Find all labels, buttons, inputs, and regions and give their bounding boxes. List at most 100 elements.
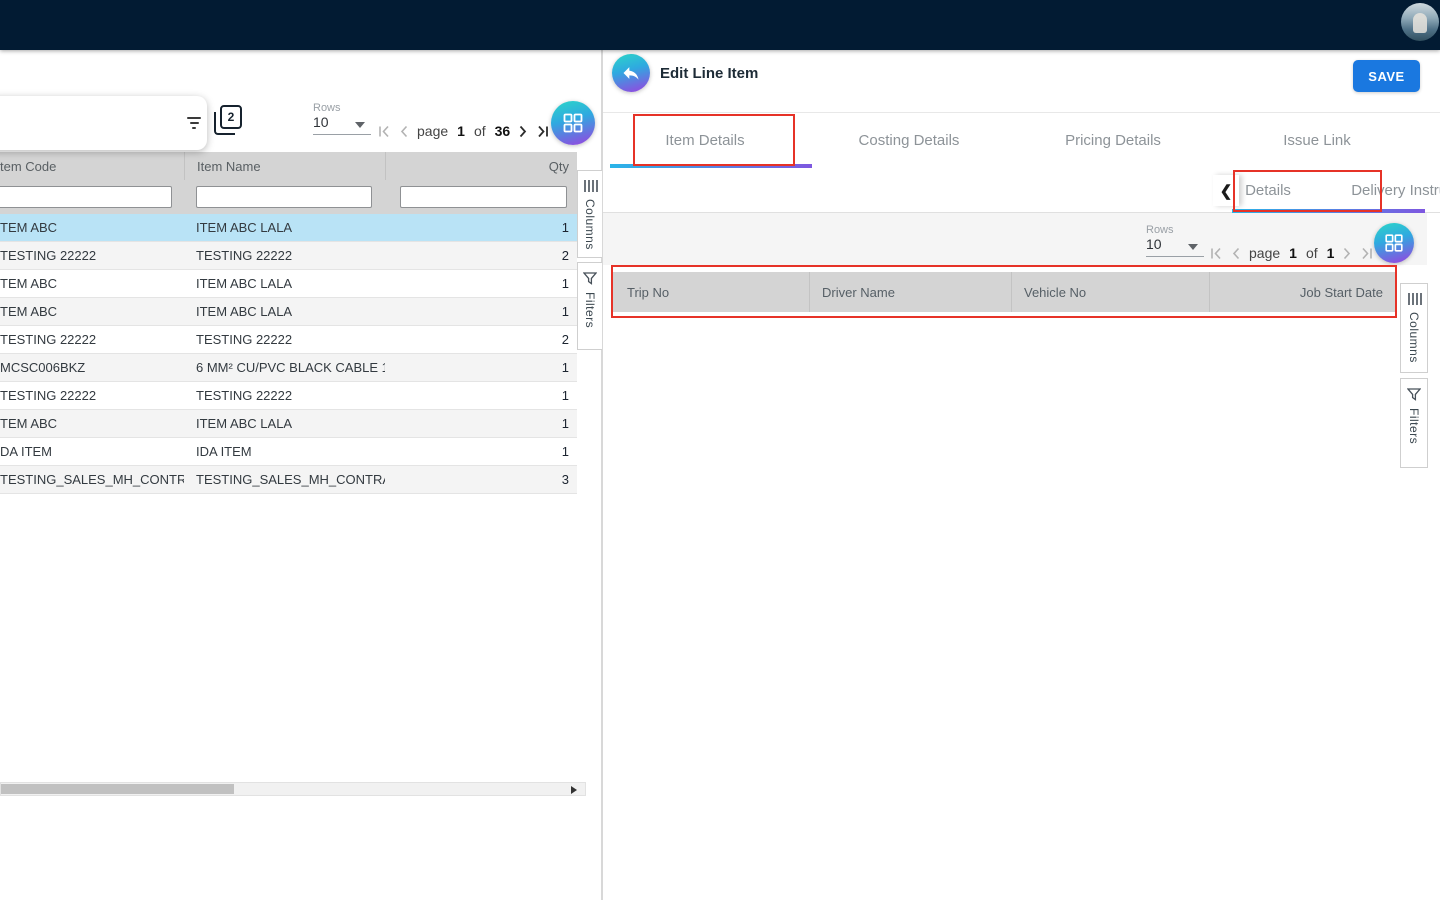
left-table-body: TEM ABC ITEM ABC LALA 1 TESTING 22222 TE… — [0, 214, 577, 494]
page-current: 1 — [1289, 245, 1297, 261]
page-total: 1 — [1327, 245, 1335, 261]
tab-pricing-details[interactable]: Pricing Details — [1011, 113, 1215, 168]
filters-tool-label: Filters — [583, 292, 597, 328]
cell-item-code: TEM ABC — [0, 416, 184, 431]
last-page-button[interactable] — [537, 125, 549, 138]
page-word: page — [417, 123, 448, 139]
cell-qty: 1 — [385, 438, 577, 465]
cell-item-name: IDA ITEM — [184, 438, 385, 465]
table-row[interactable]: TESTING_SALES_MH_CONTRACT TESTING_SALES_… — [0, 466, 577, 494]
prev-page-button[interactable] — [1231, 247, 1240, 260]
delivery-table-header: Trip No Driver Name Vehicle No Job Start… — [613, 272, 1395, 312]
last-page-button[interactable] — [1361, 247, 1373, 260]
left-table-filter-row — [0, 180, 577, 214]
cell-qty: 2 — [385, 242, 577, 269]
cell-qty: 1 — [385, 382, 577, 409]
user-avatar[interactable] — [1401, 3, 1439, 41]
filters-tool-tab[interactable]: Filters — [1400, 378, 1428, 468]
column-header-qty[interactable]: Qty — [385, 152, 577, 180]
save-button[interactable]: SAVE — [1353, 60, 1420, 92]
cell-item-code: DA ITEM — [0, 444, 184, 459]
table-row[interactable]: TEM ABC ITEM ABC LALA 1 — [0, 410, 577, 438]
left-pagination: page 1 of 36 — [378, 119, 549, 143]
table-row[interactable]: MCSC006BKZ 6 MM² CU/PVC BLACK CABLE 1...… — [0, 354, 577, 382]
rows-per-page-select[interactable]: 10 — [313, 114, 371, 135]
filters-tool-tab[interactable]: Filters — [577, 262, 602, 350]
column-header-item-name[interactable]: Item Name — [184, 152, 385, 180]
table-row[interactable]: TEM ABC ITEM ABC LALA 1 — [0, 214, 577, 242]
table-row[interactable]: DA ITEM IDA ITEM 1 — [0, 438, 577, 466]
grid-icon — [561, 111, 585, 135]
funnel-icon — [1407, 388, 1421, 401]
funnel-icon — [583, 272, 597, 285]
left-table-header: tem Code Item Name Qty — [0, 152, 577, 180]
filter-input-item-code[interactable] — [0, 186, 172, 208]
right-pagination: page 1 of 1 — [1210, 241, 1373, 265]
chevron-left-icon: ❮ — [1220, 182, 1233, 200]
horizontal-scrollbar[interactable] — [0, 782, 586, 796]
next-page-button[interactable] — [1343, 247, 1352, 260]
page-current: 1 — [457, 123, 465, 139]
grid-view-button[interactable] — [551, 101, 595, 145]
columns-tool-label: Columns — [1407, 312, 1421, 363]
columns-icon — [1407, 293, 1422, 305]
secondary-tab-bar: ❮ Details Delivery Instruction Departmen… — [603, 168, 1440, 213]
filter-input-qty[interactable] — [400, 186, 567, 208]
rows-per-page-select[interactable]: 10 — [1146, 236, 1204, 257]
cell-qty: 1 — [385, 354, 577, 381]
filter-input-item-name[interactable] — [196, 186, 372, 208]
caret-down-icon — [1188, 244, 1198, 250]
search-input[interactable] — [6, 108, 187, 138]
cell-item-code: MCSC006BKZ — [0, 360, 184, 375]
column-header-driver-name[interactable]: Driver Name — [809, 272, 1011, 312]
table-row[interactable]: TEM ABC ITEM ABC LALA 1 — [0, 270, 577, 298]
cell-item-name: 6 MM² CU/PVC BLACK CABLE 1... — [184, 354, 385, 381]
cell-qty: 2 — [385, 326, 577, 353]
cell-item-name: ITEM ABC LALA — [184, 410, 385, 437]
tab-delivery-instruction[interactable]: Delivery Instruction — [1335, 168, 1440, 213]
copy-pages-icon[interactable]: 2 — [214, 105, 242, 135]
tab-item-details[interactable]: Item Details — [603, 113, 807, 168]
grid-view-button[interactable] — [1374, 223, 1414, 263]
of-word: of — [1306, 245, 1318, 261]
cell-item-name: ITEM ABC LALA — [184, 214, 385, 241]
first-page-button[interactable] — [378, 125, 390, 138]
column-header-job-start-date[interactable]: Job Start Date — [1209, 272, 1395, 312]
scroll-right-arrow[interactable] — [571, 786, 577, 794]
column-header-vehicle-no[interactable]: Vehicle No — [1011, 272, 1209, 312]
back-button[interactable] — [612, 54, 650, 92]
page-total: 36 — [495, 123, 511, 139]
scrollbar-thumb[interactable] — [1, 784, 234, 794]
filters-tool-label: Filters — [1407, 408, 1421, 444]
cell-item-code: TESTING 22222 — [0, 388, 184, 403]
columns-icon — [583, 180, 598, 192]
pages-count: 2 — [220, 105, 242, 129]
table-row[interactable]: TESTING 22222 TESTING 22222 2 — [0, 242, 577, 270]
next-page-button[interactable] — [519, 125, 528, 138]
column-header-trip-no[interactable]: Trip No — [613, 285, 809, 300]
search-box — [0, 96, 207, 150]
column-header-item-code[interactable]: tem Code — [0, 159, 184, 174]
table-row[interactable]: TESTING 22222 TESTING 22222 2 — [0, 326, 577, 354]
rows-value: 10 — [313, 114, 329, 130]
columns-tool-tab[interactable]: Columns — [1400, 283, 1428, 373]
tab-scroll-left-button[interactable]: ❮ — [1213, 175, 1239, 206]
primary-tab-bar: Item Details Costing Details Pricing Det… — [603, 112, 1440, 168]
rows-label: Rows — [1146, 224, 1204, 236]
cell-item-code: TESTING 22222 — [0, 248, 184, 263]
cell-item-code: TESTING_SALES_MH_CONTRACT — [0, 472, 184, 487]
cell-item-code: TESTING 22222 — [0, 332, 184, 347]
tab-costing-details[interactable]: Costing Details — [807, 113, 1011, 168]
tab-issue-link[interactable]: Issue Link — [1215, 113, 1419, 168]
filter-list-icon[interactable] — [187, 116, 201, 130]
prev-page-button[interactable] — [399, 125, 408, 138]
columns-tool-tab[interactable]: Columns — [577, 170, 602, 258]
first-page-button[interactable] — [1210, 247, 1222, 260]
table-row[interactable]: TEM ABC ITEM ABC LALA 1 — [0, 298, 577, 326]
of-word: of — [474, 123, 486, 139]
page-word: page — [1249, 245, 1280, 261]
cell-item-code: TEM ABC — [0, 304, 184, 319]
cell-item-code: TEM ABC — [0, 220, 184, 235]
table-row[interactable]: TESTING 22222 TESTING 22222 1 — [0, 382, 577, 410]
rows-value: 10 — [1146, 236, 1162, 252]
